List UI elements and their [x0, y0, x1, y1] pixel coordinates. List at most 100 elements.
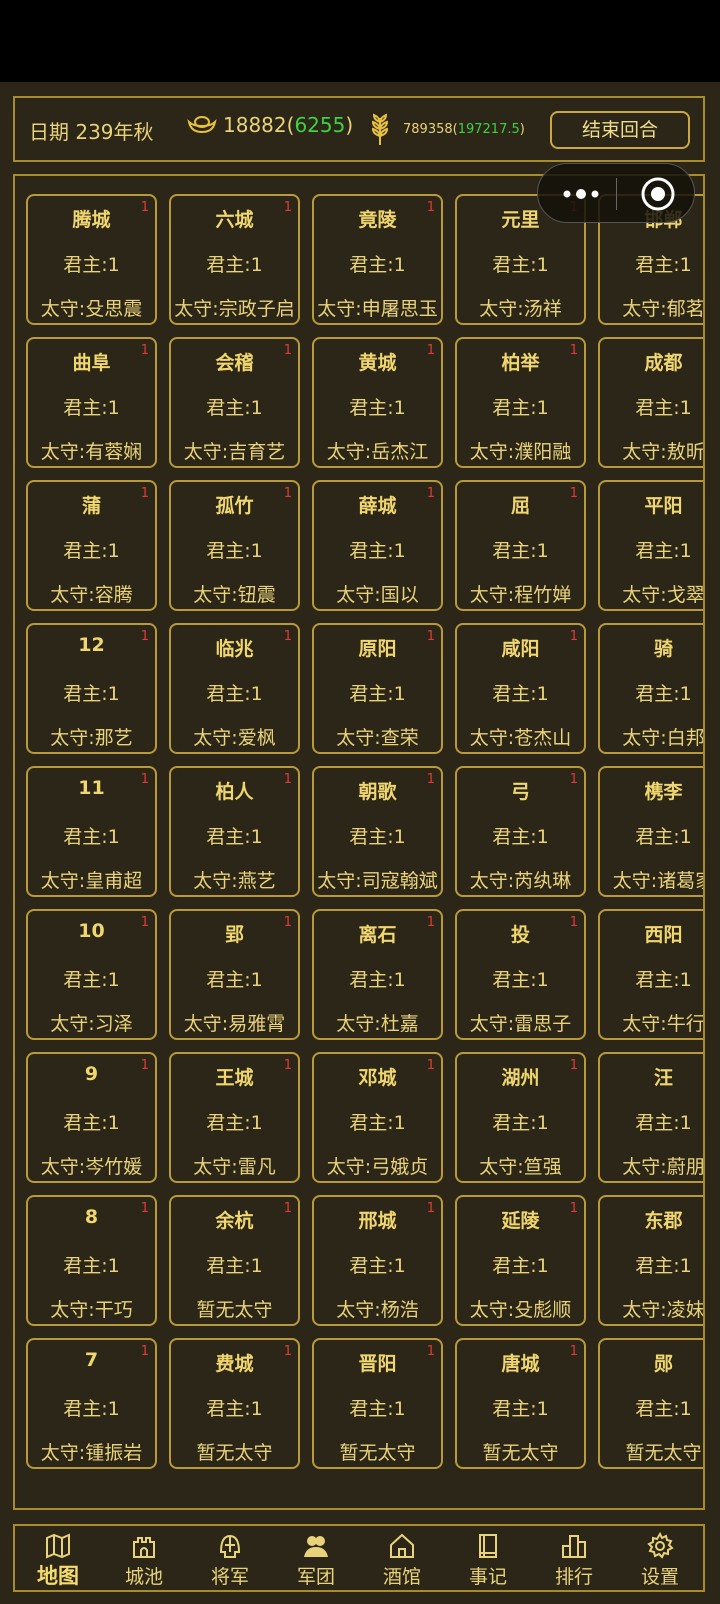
city-card[interactable]: 东郡1君主:1太守:凌妹 [598, 1195, 705, 1326]
city-card[interactable]: 腾城 1 君主:1 太守:殳思震 [26, 194, 157, 325]
city-card[interactable]: 唐城 1 君主:1 暂无太守 [455, 1338, 586, 1469]
city-badge: 1 [569, 629, 578, 644]
city-lord: 君主:1 [635, 397, 692, 419]
city-card[interactable]: 8 1 君主:1 太守:干巧 [26, 1195, 157, 1326]
city-card[interactable]: 蒲 1 君主:1 太守:容腾 [26, 480, 157, 611]
food-value: 789358 [403, 121, 453, 137]
city-card[interactable]: 王城 1 君主:1 太守:雷凡 [169, 1052, 300, 1183]
city-governor: 太守:殳彪顺 [469, 1299, 572, 1321]
city-card[interactable]: 7 1 君主:1 太守:锺振岩 [26, 1338, 157, 1469]
city-governor: 太守:弓娥贞 [326, 1156, 429, 1178]
city-card[interactable]: 9 1 君主:1 太守:岑竹媛 [26, 1052, 157, 1183]
city-card[interactable]: 邓城 1 君主:1 太守:弓娥贞 [312, 1052, 443, 1183]
date-display: 日期 239年秋 [29, 116, 154, 145]
city-governor: 太守:凌妹 [622, 1299, 705, 1321]
city-card[interactable]: 12 1 君主:1 太守:那艺 [26, 623, 157, 754]
city-card[interactable]: 曲阜 1 君主:1 太守:有蓉娴 [26, 337, 157, 468]
city-badge: 1 [140, 343, 149, 358]
tab-map[interactable]: 地图 [15, 1526, 101, 1590]
tab-castle[interactable]: 城池 [101, 1526, 187, 1590]
city-governor: 太守:牛行 [622, 1013, 705, 1035]
city-lord: 君主:1 [349, 397, 406, 419]
city-card[interactable]: 弓 1 君主:1 太守:芮纨琳 [455, 766, 586, 897]
tab-gear[interactable]: 设置 [617, 1526, 703, 1590]
city-card[interactable]: 投 1 君主:1 太守:雷思子 [455, 909, 586, 1040]
city-card[interactable]: 孤竹 1 君主:1 太守:钮震 [169, 480, 300, 611]
city-card[interactable]: 咸阳 1 君主:1 太守:苍杰山 [455, 623, 586, 754]
city-lord: 君主:1 [63, 397, 120, 419]
end-turn-button[interactable]: 结束回合 [550, 111, 690, 149]
city-name: 成都 [644, 352, 683, 374]
city-card[interactable]: 郧1君主:1暂无太守 [598, 1338, 703, 1469]
city-card[interactable]: 六城 1 君主:1 太守:宗政子启 [169, 194, 300, 325]
city-lord: 君主:1 [635, 683, 692, 705]
city-lord: 君主:1 [635, 1112, 692, 1134]
city-name: 腾城 [72, 209, 111, 231]
city-card[interactable]: 原阳 1 君主:1 太守:查荣 [312, 623, 443, 754]
city-card[interactable]: 延陵 1 君主:1 太守:殳彪顺 [455, 1195, 586, 1326]
city-card[interactable]: 薛城 1 君主:1 太守:国以 [312, 480, 443, 611]
city-card[interactable]: 晋阳 1 君主:1 暂无太守 [312, 1338, 443, 1469]
city-name: 11 [78, 777, 105, 799]
city-card[interactable]: 屈 1 君主:1 太守:程竹婵 [455, 480, 586, 611]
city-card[interactable]: 郢 1 君主:1 太守:易雅霄 [169, 909, 300, 1040]
city-lord: 君主:1 [63, 969, 120, 991]
tab-label: 事记 [468, 1566, 507, 1588]
tab-ranking[interactable]: 排行 [531, 1526, 617, 1590]
city-card[interactable]: 临兆 1 君主:1 太守:爱枫 [169, 623, 300, 754]
city-name: 邓城 [358, 1067, 397, 1089]
city-card[interactable]: 余杭 1 君主:1 暂无太守 [169, 1195, 300, 1326]
food-display: 789358(197217.5) [365, 112, 525, 146]
city-lord: 君主:1 [63, 1398, 120, 1420]
city-card[interactable]: 成都1君主:1太守:敖昕 [598, 337, 703, 468]
city-card[interactable]: 朝歌 1 君主:1 太守:司寇翰斌 [312, 766, 443, 897]
city-badge: 1 [569, 486, 578, 501]
city-card[interactable]: 黄城 1 君主:1 太守:岳杰江 [312, 337, 443, 468]
city-card[interactable]: 柏举 1 君主:1 太守:濮阳融 [455, 337, 586, 468]
city-badge: 1 [140, 200, 149, 215]
city-governor: 太守:蔚朋 [622, 1156, 705, 1178]
city-badge: 1 [569, 915, 578, 930]
tab-helmet[interactable]: 将军 [187, 1526, 273, 1590]
close-target-icon[interactable] [638, 174, 678, 214]
city-card[interactable]: 10 1 君主:1 太守:习泽 [26, 909, 157, 1040]
city-lord: 君主:1 [206, 1398, 263, 1420]
city-card[interactable]: 柏人 1 君主:1 太守:燕艺 [169, 766, 300, 897]
city-lord: 君主:1 [492, 1398, 549, 1420]
city-badge: 1 [283, 486, 292, 501]
city-lord: 君主:1 [492, 540, 549, 562]
city-lord: 君主:1 [349, 254, 406, 276]
more-options-icon[interactable] [558, 176, 604, 212]
city-card[interactable]: 11 1 君主:1 太守:皇甫超 [26, 766, 157, 897]
city-card[interactable]: 西阳1君主:1太守:牛行 [598, 909, 705, 1040]
tab-label: 将军 [210, 1566, 249, 1588]
city-card[interactable]: 平阳1君主:1太守:戈翠 [598, 480, 703, 611]
city-card[interactable]: 离石 1 君主:1 太守:杜嘉 [312, 909, 443, 1040]
city-card[interactable]: 湖州 1 君主:1 太守:笪强 [455, 1052, 586, 1183]
city-governor: 暂无太守 [196, 1299, 273, 1321]
city-name: 10 [78, 920, 105, 942]
city-name: 会稽 [215, 352, 254, 374]
city-card[interactable]: 槜李1君主:1太守:诸葛家 [598, 766, 703, 897]
city-card[interactable]: 会稽 1 君主:1 太守:吉育艺 [169, 337, 300, 468]
city-governor: 太守:雷凡 [193, 1156, 276, 1178]
tab-label: 设置 [640, 1566, 679, 1588]
city-name: 晋阳 [358, 1353, 397, 1375]
city-name: 孤竹 [215, 495, 254, 517]
bottom-nav: 地图 城池 将军 军团 酒馆 事记 排行 设置 [13, 1524, 705, 1592]
city-card[interactable]: 邢城 1 君主:1 太守:杨浩 [312, 1195, 443, 1326]
city-card[interactable]: 汪1君主:1太守:蔚朋 [598, 1052, 705, 1183]
city-governor: 太守:芮纨琳 [469, 870, 572, 892]
city-lord: 君主:1 [635, 826, 692, 848]
tab-book[interactable]: 事记 [445, 1526, 531, 1590]
city-badge: 1 [426, 200, 435, 215]
city-lord: 君主:1 [635, 1398, 692, 1420]
city-card[interactable]: 竟陵 1 君主:1 太守:申屠思玉 [312, 194, 443, 325]
castle-icon [133, 1537, 155, 1558]
city-card[interactable]: 费城 1 君主:1 暂无太守 [169, 1338, 300, 1469]
city-lord: 君主:1 [349, 540, 406, 562]
city-card[interactable]: 骑1君主:1太守:白邦 [598, 623, 703, 754]
tab-tavern[interactable]: 酒馆 [359, 1526, 445, 1590]
city-lord: 君主:1 [635, 969, 692, 991]
tab-group[interactable]: 军团 [273, 1526, 359, 1590]
